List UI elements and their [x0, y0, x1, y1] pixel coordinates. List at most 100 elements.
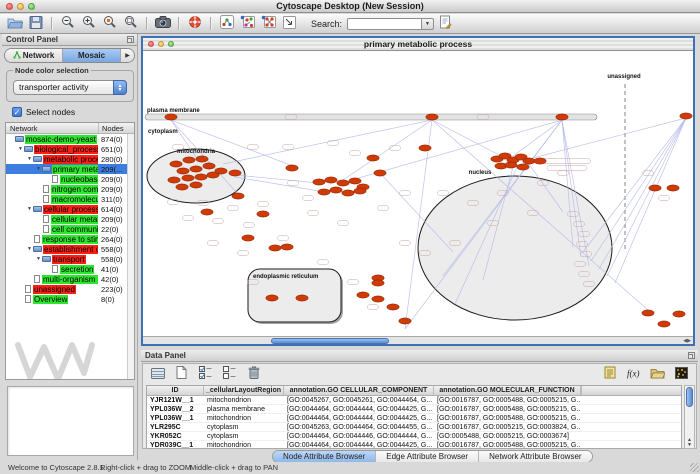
apply-layout-button[interactable]: [238, 15, 257, 33]
graph-node[interactable]: [419, 145, 431, 151]
delete-attribute-button[interactable]: [244, 365, 263, 383]
graph-node[interactable]: [182, 175, 194, 181]
col-cellular-component[interactable]: annotation.GO CELLULAR_COMPONENT: [284, 386, 434, 395]
graph-node[interactable]: [269, 245, 281, 251]
create-view-button[interactable]: [217, 15, 236, 33]
tree-row[interactable]: macromolecule311(0): [6, 194, 134, 204]
tree-row[interactable]: mosaic-demo-yeast874(0): [6, 134, 134, 144]
zoom-button[interactable]: [28, 3, 35, 10]
zoom-out-button[interactable]: [58, 15, 77, 33]
zoom-fit-button[interactable]: [121, 15, 140, 33]
tree-row[interactable]: multi-organism pro42(0): [6, 274, 134, 284]
vscroll-thumb[interactable]: [686, 387, 693, 407]
col-region[interactable]: _cellularLayoutRegion: [204, 386, 284, 395]
tree-expand-arrow-icon[interactable]: ▼: [35, 256, 42, 262]
zoom-selected-button[interactable]: [100, 15, 119, 33]
graph-node[interactable]: [667, 185, 679, 191]
graph-edge[interactable]: [599, 118, 686, 269]
graph-node[interactable]: [170, 161, 182, 167]
graph-node[interactable]: [517, 164, 529, 170]
tree-vertical-scrollbar[interactable]: [127, 134, 134, 379]
graph-edge[interactable]: [615, 118, 686, 283]
import-attributes-button[interactable]: [648, 365, 667, 383]
tree-row[interactable]: response to stimulu264(0): [6, 234, 134, 244]
select-nodes-checkbox[interactable]: ✓: [12, 107, 22, 117]
graph-node[interactable]: [281, 244, 293, 250]
tree-row[interactable]: cellular metabo209(0): [6, 214, 134, 224]
node-color-attribute-select[interactable]: transporter activity ▲▼: [13, 80, 127, 95]
tree-row[interactable]: nitrogen compo209(0): [6, 184, 134, 194]
tree-expand-arrow-icon[interactable]: ▼: [26, 246, 33, 252]
graph-node[interactable]: [201, 209, 213, 215]
graph-node[interactable]: [229, 170, 241, 176]
graph-node[interactable]: [190, 166, 202, 172]
table-row[interactable]: YJR121W__1mitochondrion[GO:0045267, GO:0…: [147, 396, 681, 405]
table-vertical-scrollbar[interactable]: ▲▼: [684, 385, 695, 449]
search-dropdown-button[interactable]: ▼: [421, 18, 434, 30]
graph-node[interactable]: [349, 178, 361, 184]
vscroll-arrows-icon[interactable]: ▲▼: [685, 438, 694, 448]
graph-node[interactable]: [330, 187, 342, 193]
graph-node[interactable]: [354, 188, 366, 194]
graph-node[interactable]: [523, 158, 535, 164]
graph-node[interactable]: [367, 155, 379, 161]
tab-mosaic[interactable]: Mosaic: [63, 49, 121, 62]
view-minimize-button[interactable]: [158, 41, 164, 47]
region-nucleus[interactable]: [418, 176, 612, 320]
graph-node[interactable]: [399, 318, 411, 324]
graph-node[interactable]: [649, 185, 661, 191]
new-attribute-button[interactable]: [172, 365, 191, 383]
graph-node[interactable]: [177, 168, 189, 174]
graph-node[interactable]: [374, 170, 386, 176]
help-button[interactable]: [185, 15, 204, 33]
zoom-in-button[interactable]: [79, 15, 98, 33]
graph-node[interactable]: [190, 182, 202, 188]
graph-node[interactable]: [168, 177, 180, 183]
tree-row[interactable]: ▼cellular process614(0): [6, 204, 134, 214]
hscroll-thumb[interactable]: [271, 338, 389, 344]
close-button[interactable]: [6, 3, 13, 10]
tab-node-attribute-browser[interactable]: Node Attribute Browser: [273, 451, 376, 462]
graph-edge[interactable]: [607, 118, 686, 276]
tree-row[interactable]: ▼transport558(0): [6, 254, 134, 264]
col-molecular-function[interactable]: annotation.GO MOLECULAR_FUNCTION: [434, 386, 581, 395]
graph-node[interactable]: [215, 168, 227, 174]
resize-grip[interactable]: [690, 463, 699, 472]
attribute-formula-button[interactable]: f(x): [624, 365, 643, 383]
graph-node[interactable]: [325, 177, 337, 183]
graph-node[interactable]: [534, 158, 546, 164]
vizmapper-button[interactable]: [280, 15, 299, 33]
tree-expand-arrow-icon[interactable]: ▼: [17, 146, 24, 152]
tree-expand-arrow-icon[interactable]: ▼: [26, 156, 33, 162]
col-id[interactable]: ID: [147, 386, 204, 395]
graph-node[interactable]: [318, 189, 330, 195]
graph-node[interactable]: [232, 193, 244, 199]
tree-row[interactable]: cell communicat22(0): [6, 224, 134, 234]
table-row[interactable]: YKR052Ccytoplasm[GO:0044464, GO:0044446,…: [147, 432, 681, 441]
graph-edge[interactable]: [343, 120, 432, 180]
table-row[interactable]: YPL036W__2plasma membrane[GO:0044464, GO…: [147, 405, 681, 414]
view-close-button[interactable]: [148, 41, 154, 47]
tree-row[interactable]: Overview8(0): [6, 294, 134, 304]
graph-node[interactable]: [203, 163, 215, 169]
tree-row[interactable]: ▼primary metabo209(...: [6, 164, 134, 174]
graph-node[interactable]: [286, 165, 298, 171]
save-session-button[interactable]: [26, 15, 45, 33]
graph-node[interactable]: [165, 114, 177, 120]
float-panel-icon[interactable]: [127, 36, 134, 43]
attribute-notes-button[interactable]: [600, 365, 619, 383]
tree-row[interactable]: ▼biological_process651(0): [6, 144, 134, 154]
graph-node[interactable]: [196, 156, 208, 162]
tree-row[interactable]: secretion41(0): [6, 264, 134, 274]
graph-node[interactable]: [176, 184, 188, 190]
graph-node[interactable]: [673, 311, 685, 317]
table-row[interactable]: YLR295Ccytoplasm[GO:0045263, GO:0044464,…: [147, 423, 681, 432]
tree-row[interactable]: unassigned223(0): [6, 284, 134, 294]
tree-row[interactable]: ▼establishment of lo558(0): [6, 244, 134, 254]
snapshot-button[interactable]: [153, 15, 172, 33]
graph-node[interactable]: [372, 280, 384, 286]
graph-edge[interactable]: [513, 120, 562, 156]
tree-row[interactable]: ▼metabolic process280(0): [6, 154, 134, 164]
graph-node[interactable]: [658, 321, 670, 327]
graph-node[interactable]: [426, 114, 438, 120]
